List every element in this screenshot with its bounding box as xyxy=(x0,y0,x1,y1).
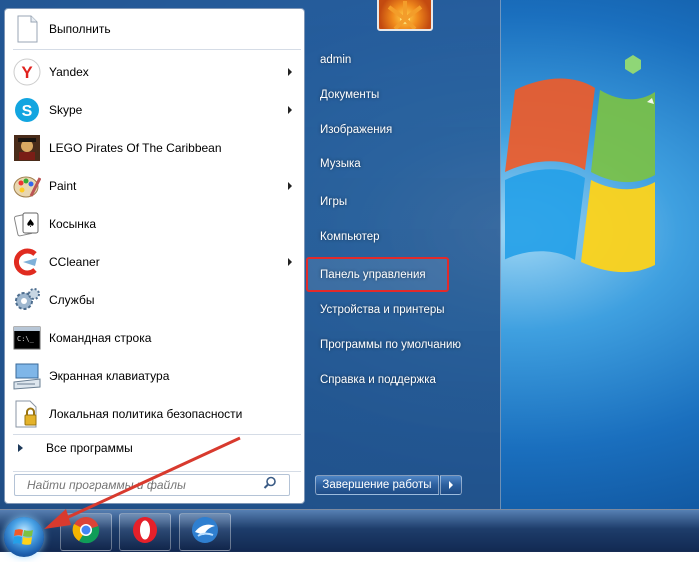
opera-icon xyxy=(130,515,160,550)
shutdown-options-button[interactable] xyxy=(440,475,462,495)
right-item-label: Игры xyxy=(320,196,348,208)
program-label: Экранная клавиатура xyxy=(49,369,170,383)
security-policy-icon xyxy=(12,399,42,429)
program-item-run[interactable]: Выполнить xyxy=(6,11,303,47)
start-menu: Выполнить Y Yandex S Skype LEGO Pirates … xyxy=(0,0,501,509)
program-item-solitaire[interactable]: ♠ Косынка xyxy=(6,206,303,242)
svg-text:Y: Y xyxy=(21,63,33,82)
svg-text:C:\_: C:\_ xyxy=(17,335,35,343)
search-separator xyxy=(13,471,301,472)
right-item-documents[interactable]: Документы xyxy=(309,81,479,109)
right-item-computer[interactable]: Компьютер xyxy=(309,223,479,251)
search-input[interactable] xyxy=(25,477,259,493)
program-item-ccleaner[interactable]: CCleaner xyxy=(6,244,303,280)
expand-arrow-icon xyxy=(18,444,23,452)
chrome-icon xyxy=(71,515,101,550)
submenu-arrow-icon[interactable] xyxy=(288,258,292,266)
services-gears-icon xyxy=(12,285,42,315)
paint-palette-icon xyxy=(12,171,42,201)
thunderbird-icon xyxy=(190,515,220,550)
lego-pirates-game-icon xyxy=(12,133,42,163)
taskbar-opera-button[interactable] xyxy=(119,513,171,551)
right-item-default-programs[interactable]: Программы по умолчанию xyxy=(309,331,479,359)
chevron-right-icon xyxy=(449,481,453,489)
onscreen-keyboard-icon xyxy=(12,361,42,391)
program-item-lego-pirates[interactable]: LEGO Pirates Of The Caribbean xyxy=(6,130,303,166)
right-item-label: Изображения xyxy=(320,124,393,136)
right-item-label: Документы xyxy=(320,89,380,101)
program-label: Выполнить xyxy=(49,22,111,36)
all-programs-button[interactable]: Все программы xyxy=(6,437,303,459)
right-item-help-support[interactable]: Справка и поддержка xyxy=(309,366,479,394)
right-item-label: Панель управления xyxy=(320,269,426,281)
pinned-separator xyxy=(13,49,301,50)
program-item-yandex[interactable]: Y Yandex xyxy=(6,54,303,90)
run-document-icon xyxy=(12,14,42,44)
right-item-label: Программы по умолчанию xyxy=(320,339,462,351)
skype-icon: S xyxy=(12,95,42,125)
shutdown-button[interactable]: Завершение работы xyxy=(315,475,439,495)
right-item-pictures[interactable]: Изображения xyxy=(309,116,479,144)
all-programs-label: Все программы xyxy=(46,441,133,455)
right-item-devices-printers[interactable]: Устройства и принтеры xyxy=(309,296,479,324)
right-item-control-panel[interactable]: Панель управления xyxy=(309,261,479,289)
right-item-games[interactable]: Игры xyxy=(309,188,479,216)
svg-text:♠: ♠ xyxy=(26,217,36,230)
submenu-arrow-icon[interactable] xyxy=(288,106,292,114)
program-label: Yandex xyxy=(49,65,89,79)
windows-logo-wallpaper xyxy=(505,55,655,273)
submenu-arrow-icon[interactable] xyxy=(288,182,292,190)
program-item-services[interactable]: Службы xyxy=(6,282,303,318)
right-item-label: Справка и поддержка xyxy=(320,374,436,386)
program-label: Paint xyxy=(49,179,77,193)
program-label: Skype xyxy=(49,103,83,117)
right-item-label: Компьютер xyxy=(320,231,380,243)
right-item-label: admin xyxy=(320,54,352,66)
flower-avatar-image xyxy=(387,1,423,29)
user-avatar[interactable] xyxy=(377,0,433,31)
program-label: Службы xyxy=(49,293,95,307)
program-item-onscreen-keyboard[interactable]: Экранная клавиатура xyxy=(6,358,303,394)
program-label: Локальная политика безопасности xyxy=(49,407,243,421)
solitaire-cards-icon: ♠ xyxy=(12,209,42,239)
yandex-browser-icon: Y xyxy=(12,57,42,87)
right-item-music[interactable]: Музыка xyxy=(309,150,479,178)
taskbar-thunderbird-button[interactable] xyxy=(179,513,231,551)
right-item-label: Музыка xyxy=(320,158,361,170)
ccleaner-icon xyxy=(12,247,42,277)
all-programs-separator xyxy=(13,434,301,435)
windows-flag-icon xyxy=(13,529,33,545)
program-label: Косынка xyxy=(49,217,97,231)
submenu-arrow-icon[interactable] xyxy=(288,68,292,76)
program-item-paint[interactable]: Paint xyxy=(6,168,303,204)
start-menu-programs-pane: Выполнить Y Yandex S Skype LEGO Pirates … xyxy=(4,8,305,504)
command-prompt-icon: C:\_ xyxy=(12,323,42,353)
svg-text:S: S xyxy=(22,103,33,120)
shutdown-label: Завершение работы xyxy=(322,479,432,491)
right-item-user[interactable]: admin xyxy=(309,46,479,74)
magnifier-search-icon[interactable] xyxy=(263,476,277,495)
program-item-security-policy[interactable]: Локальная политика безопасности xyxy=(6,396,303,432)
program-label: Командная строка xyxy=(49,331,152,345)
windows-start-orb-icon[interactable] xyxy=(4,517,44,557)
program-item-command-prompt[interactable]: C:\_ Командная строка xyxy=(6,320,303,356)
right-item-label: Устройства и принтеры xyxy=(320,304,445,316)
program-label: CCleaner xyxy=(49,255,100,269)
program-item-skype[interactable]: S Skype xyxy=(6,92,303,128)
taskbar-chrome-button[interactable] xyxy=(60,513,112,551)
program-label: LEGO Pirates Of The Caribbean xyxy=(49,141,222,155)
search-box[interactable] xyxy=(14,474,290,496)
